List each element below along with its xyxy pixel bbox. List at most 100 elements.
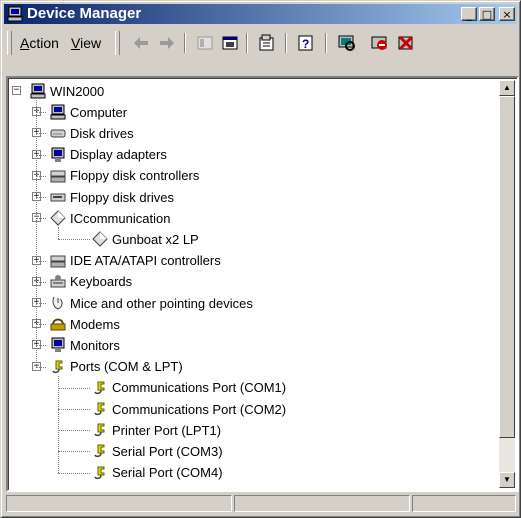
tree-item-modems[interactable]: Modems <box>50 314 120 334</box>
modem-icon <box>50 318 66 331</box>
controller-icon <box>50 170 66 183</box>
port-icon <box>94 402 105 416</box>
tree-item-communications-port-com2-[interactable]: Communications Port (COM2) <box>92 399 286 419</box>
details-icon <box>222 36 238 50</box>
tree-item-serial-port-com4-[interactable]: Serial Port (COM4) <box>92 463 223 483</box>
tree-item-iccommunication[interactable]: ICcommunication <box>50 208 170 228</box>
tree-item-label: Ports (COM & LPT) <box>70 359 183 375</box>
action-menu-accel: A <box>20 35 30 51</box>
tree-item-label: Floppy disk controllers <box>70 168 200 184</box>
maximize-button[interactable]: □ <box>479 7 495 21</box>
title-bar[interactable]: Device Manager _ □ × <box>4 4 517 24</box>
tree-item-ide-ata-atapi-controllers[interactable]: IDE ATA/ATAPI controllers <box>50 251 221 271</box>
tree-connector <box>36 133 46 135</box>
display-adapter-icon <box>51 147 65 162</box>
tree-item-communications-port-com1-[interactable]: Communications Port (COM1) <box>92 378 286 398</box>
port-icon <box>94 444 105 458</box>
computer-icon <box>30 83 46 99</box>
tree-item-floppy-disk-controllers[interactable]: Floppy disk controllers <box>50 166 199 186</box>
tree-item-computer[interactable]: Computer <box>50 102 127 122</box>
details-button[interactable] <box>219 32 241 54</box>
tree-connector <box>36 154 46 156</box>
close-button[interactable]: × <box>499 7 515 21</box>
tree-item-floppy-disk-drives[interactable]: Floppy disk drives <box>50 187 174 207</box>
view-menu[interactable]: View <box>71 35 101 51</box>
view-menu-accel: V <box>71 35 81 51</box>
uninstall-device-button[interactable] <box>395 32 417 54</box>
properties-button[interactable] <box>256 32 278 54</box>
forward-button[interactable] <box>156 32 178 54</box>
tree-item-keyboards[interactable]: Keyboards <box>50 272 132 292</box>
tree-item-label: IDE ATA/ATAPI controllers <box>70 253 221 269</box>
scroll-up-button[interactable]: ▲ <box>499 80 515 96</box>
action-menu-label: ction <box>29 35 59 51</box>
tree-connector <box>36 281 46 283</box>
window-title: Device Manager <box>27 5 142 22</box>
tree-item-label: Serial Port (COM3) <box>112 443 223 459</box>
back-arrow-icon <box>134 37 148 49</box>
monitor-icon <box>51 337 65 353</box>
svg-text:?: ? <box>302 37 309 51</box>
tree-item-monitors[interactable]: Monitors <box>50 335 120 355</box>
tree-item-label: Gunboat x2 LP <box>112 231 199 247</box>
tree-item-label: Modems <box>70 316 120 332</box>
tree-connector <box>36 260 46 262</box>
tree-connector <box>58 472 90 474</box>
diamond-device-icon <box>92 231 108 248</box>
disk-drive-icon <box>50 129 66 138</box>
show-hide-tree-icon <box>197 36 213 50</box>
device-manager-window: Device Manager _ □ × Action View ? ▲ ▼ −… <box>0 0 521 518</box>
tree-item-mice-and-other-pointing-devices[interactable]: Mice and other pointing devices <box>50 293 253 313</box>
disable-device-button[interactable] <box>369 32 391 54</box>
port-icon <box>94 423 105 437</box>
tree-item-label: ICcommunication <box>70 210 171 226</box>
tree-item-root[interactable]: WIN2000 <box>30 81 104 101</box>
tree-connector <box>36 366 46 368</box>
tree-connector <box>36 303 46 304</box>
device-manager-icon <box>7 6 23 22</box>
tree-item-ports-com-lpt-[interactable]: Ports (COM & LPT) <box>50 357 183 377</box>
tree-item-display-adapters[interactable]: Display adapters <box>50 145 167 165</box>
tree-item-gunboat-x2-lp[interactable]: Gunboat x2 LP <box>92 229 199 249</box>
vertical-scrollbar[interactable]: ▲ ▼ <box>499 80 515 488</box>
scroll-thumb[interactable] <box>499 96 515 438</box>
scan-hardware-button[interactable] <box>336 32 358 54</box>
status-panel-3 <box>412 495 516 512</box>
device-tree[interactable]: ▲ ▼ − WIN2000 + Computer + Disk drives + Displa… <box>6 76 519 492</box>
minimize-button[interactable]: _ <box>461 7 477 21</box>
port-icon <box>94 466 105 479</box>
tree-item-label: Monitors <box>70 337 120 353</box>
controller-icon <box>50 255 66 268</box>
tree-item-label: Communications Port (COM1) <box>112 380 287 396</box>
floppy-drive-icon <box>50 193 66 202</box>
back-button[interactable] <box>130 32 152 54</box>
scan-hardware-icon <box>338 35 355 51</box>
tree-item-serial-port-com3-[interactable]: Serial Port (COM3) <box>92 441 223 461</box>
computer-icon <box>50 104 66 120</box>
tree-connector <box>36 345 46 347</box>
toolbar-separator-4 <box>325 33 327 53</box>
tree-item-printer-port-lpt1-[interactable]: Printer Port (LPT1) <box>92 420 221 440</box>
properties-icon <box>259 34 274 51</box>
tree-item-label: Printer Port (LPT1) <box>112 422 222 438</box>
expander-root[interactable]: − <box>12 86 21 95</box>
scroll-down-button[interactable]: ▼ <box>499 472 515 488</box>
toolbar-grip[interactable] <box>7 31 12 55</box>
tree-item-label: Computer <box>70 104 128 120</box>
status-panel-1 <box>6 495 232 512</box>
tree-connector <box>58 451 90 453</box>
toolbar-grip-2[interactable] <box>115 31 120 55</box>
tree-connector <box>58 239 90 241</box>
tree-connector <box>58 375 59 473</box>
help-icon: ? <box>298 35 313 51</box>
uninstall-device-icon <box>398 35 414 51</box>
status-bar <box>4 493 517 514</box>
show-hide-tree-button[interactable] <box>194 32 216 54</box>
tree-connector <box>58 430 90 432</box>
action-menu[interactable]: Action <box>20 35 59 51</box>
tree-item-label: Display adapters <box>70 147 167 163</box>
tree-item-disk-drives[interactable]: Disk drives <box>50 123 134 143</box>
tree-connector <box>36 197 46 198</box>
help-button[interactable]: ? <box>295 32 317 54</box>
tree-item-label: Mice and other pointing devices <box>70 295 253 311</box>
